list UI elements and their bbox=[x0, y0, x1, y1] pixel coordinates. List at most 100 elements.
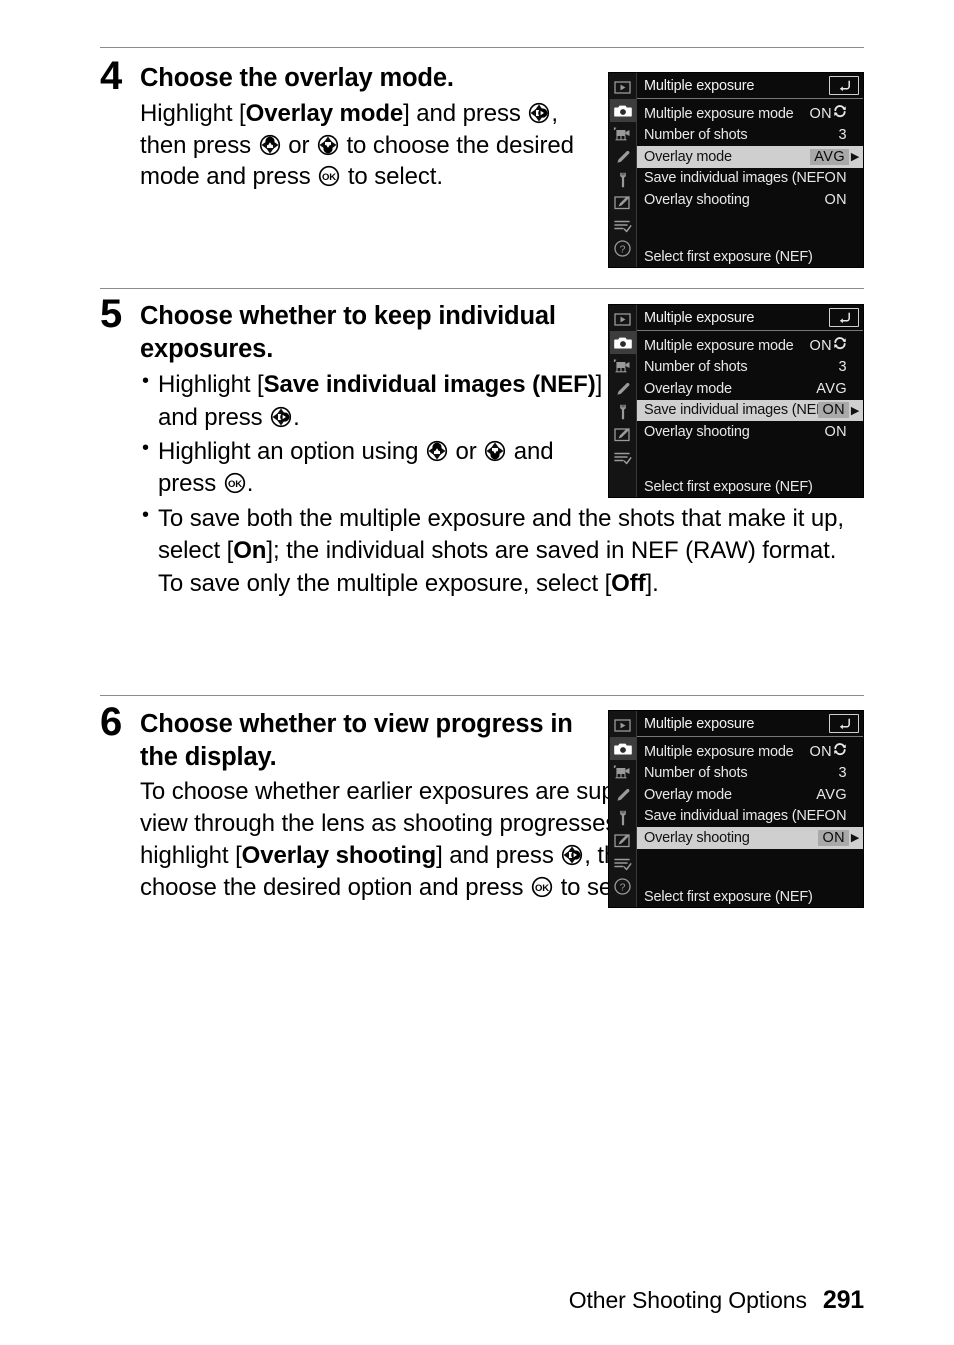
menu-item-value: AVG bbox=[816, 786, 847, 803]
menu-item[interactable]: Overlay shootingON▶ bbox=[637, 189, 863, 211]
cycle-icon bbox=[833, 337, 847, 354]
menu-item[interactable]: Overlay mode AVG▶ bbox=[637, 146, 863, 168]
multi-selector-right-icon bbox=[528, 102, 550, 124]
menu-main: Multiple exposure Multiple exposure mode O… bbox=[637, 73, 863, 267]
menu-item[interactable]: Save individual images (NEF)ON▶ bbox=[637, 399, 863, 421]
menu-item-value: AVG bbox=[816, 380, 847, 397]
step-number: 6 bbox=[100, 700, 122, 744]
menu-item[interactable]: Number of shots3▶ bbox=[637, 763, 863, 785]
chevron-right-icon: ▶ bbox=[850, 151, 860, 164]
movie-shooting-menu-icon[interactable] bbox=[610, 354, 636, 377]
return-arrow-icon[interactable] bbox=[829, 76, 859, 95]
menu-item[interactable]: Multiple exposure modeON▶ bbox=[637, 103, 863, 125]
playback-icon[interactable] bbox=[610, 714, 636, 737]
photo-shooting-menu-icon[interactable] bbox=[609, 99, 636, 122]
movie-shooting-menu-icon[interactable] bbox=[610, 760, 636, 783]
menu-footer-item[interactable]: Select first exposure (NEF) bbox=[637, 249, 863, 267]
playback-icon[interactable] bbox=[610, 76, 636, 99]
setup-menu-icon[interactable] bbox=[610, 400, 636, 423]
menu-item[interactable]: Overlay modeAVG▶ bbox=[637, 784, 863, 806]
chevron-right-icon: ▶ bbox=[850, 404, 860, 417]
menu-item[interactable]: Number of shots3▶ bbox=[637, 357, 863, 379]
menu-item-label: Save individual images (NEF) bbox=[644, 170, 825, 187]
multi-selector-right-icon bbox=[561, 844, 583, 866]
menu-spacer bbox=[637, 875, 863, 889]
menu-item-label: Multiple exposure mode bbox=[644, 105, 794, 122]
menu-title-bar: Multiple exposure bbox=[637, 73, 863, 99]
menu-item-label: Multiple exposure mode bbox=[644, 337, 794, 354]
menu-item-label: Overlay shooting bbox=[644, 191, 750, 208]
ok-button-icon: OK bbox=[318, 165, 340, 187]
menu-item-list: Multiple exposure mode ON ▶ Number of shots… bbox=[637, 99, 863, 235]
menu-item-value: ON bbox=[809, 337, 849, 354]
camera-menu-screenshot-step-4: ? Multiple exposure Multiple exposure mode… bbox=[608, 72, 864, 268]
menu-item-value: ON bbox=[818, 402, 849, 419]
menu-item[interactable]: Save individual images (NEF)ON▶ bbox=[637, 168, 863, 190]
menu-item-value: ON bbox=[809, 105, 849, 122]
menu-item-label: Number of shots bbox=[644, 127, 748, 144]
retouch-menu-icon[interactable] bbox=[610, 191, 636, 214]
menu-item-value: 3 bbox=[838, 127, 847, 144]
setup-menu-icon[interactable] bbox=[610, 806, 636, 829]
manual-page: 4 Choose the overlay mode. Highlight [Ov… bbox=[0, 0, 954, 1345]
return-arrow-icon[interactable] bbox=[829, 714, 859, 733]
menu-item-list: Multiple exposure modeON▶Number of shots… bbox=[637, 331, 863, 465]
menu-sidebar: ? bbox=[609, 73, 637, 267]
menu-item-label: Number of shots bbox=[644, 765, 748, 782]
menu-footer-item[interactable]: Select first exposure (NEF) bbox=[637, 479, 863, 497]
menu-item-value: ON bbox=[824, 808, 847, 825]
menu-footer-item[interactable]: Select first exposure (NEF) bbox=[637, 889, 863, 907]
menu-item-value: ON bbox=[824, 191, 847, 208]
camera-menu-screenshot-step-5: Multiple exposure Multiple exposure mode O… bbox=[608, 304, 864, 498]
custom-settings-icon[interactable] bbox=[610, 145, 636, 168]
menu-item[interactable]: Save individual images (NEF)ON▶ bbox=[637, 806, 863, 828]
help-icon[interactable]: ? bbox=[610, 237, 636, 260]
menu-main: Multiple exposure Multiple exposure mode O… bbox=[637, 305, 863, 497]
menu-item-value: AVG bbox=[810, 148, 849, 165]
my-menu-icon[interactable] bbox=[610, 852, 636, 875]
movie-shooting-menu-icon[interactable] bbox=[610, 122, 636, 145]
menu-item[interactable]: Number of shots3▶ bbox=[637, 125, 863, 147]
footer-chapter-title: Other Shooting Options bbox=[568, 1287, 807, 1313]
step-bullet: Highlight [Save individual images (NEF)]… bbox=[140, 368, 610, 434]
multi-selector-down-icon bbox=[317, 134, 339, 156]
menu-item[interactable]: Overlay shootingON▶ bbox=[637, 827, 863, 849]
photo-shooting-menu-icon[interactable] bbox=[609, 331, 636, 354]
menu-item[interactable]: Multiple exposure modeON▶ bbox=[637, 741, 863, 763]
setup-menu-icon[interactable] bbox=[610, 168, 636, 191]
menu-item-label: Overlay mode bbox=[644, 380, 732, 397]
menu-item[interactable]: Overlay modeAVG▶ bbox=[637, 378, 863, 400]
menu-item-value: ON bbox=[818, 829, 849, 846]
help-icon[interactable]: ? bbox=[610, 875, 636, 898]
step-title: Choose whether to view progress in the d… bbox=[140, 710, 573, 771]
my-menu-icon[interactable] bbox=[610, 214, 636, 237]
menu-title-bar: Multiple exposure bbox=[637, 305, 863, 331]
section-divider bbox=[100, 47, 864, 48]
multi-selector-up-icon bbox=[259, 134, 281, 156]
menu-item-value: 3 bbox=[838, 765, 847, 782]
section-divider bbox=[100, 695, 864, 696]
menu-title: Multiple exposure bbox=[644, 715, 755, 732]
page-footer: Other Shooting Options 291 bbox=[569, 1286, 864, 1315]
menu-item[interactable]: Overlay shootingON▶ bbox=[637, 421, 863, 443]
menu-spacer bbox=[637, 235, 863, 249]
my-menu-icon[interactable] bbox=[610, 446, 636, 469]
menu-item-label: Overlay mode bbox=[644, 786, 732, 803]
menu-item[interactable]: Multiple exposure modeON▶ bbox=[637, 335, 863, 357]
playback-icon[interactable] bbox=[610, 308, 636, 331]
menu-item-value: ON bbox=[809, 743, 849, 760]
menu-item-value: ON bbox=[824, 423, 847, 440]
custom-settings-icon[interactable] bbox=[610, 783, 636, 806]
menu-item-label: Save individual images (NEF) bbox=[644, 808, 825, 825]
step-bullet: To save both the multiple exposure and t… bbox=[140, 502, 864, 600]
retouch-menu-icon[interactable] bbox=[610, 423, 636, 446]
menu-item-label: Overlay mode bbox=[644, 148, 732, 165]
menu-item-list: Multiple exposure modeON▶ Number of shots… bbox=[637, 737, 863, 875]
multi-selector-down-icon bbox=[484, 440, 506, 462]
footer-page-number: 291 bbox=[822, 1286, 864, 1314]
retouch-menu-icon[interactable] bbox=[610, 829, 636, 852]
custom-settings-icon[interactable] bbox=[610, 377, 636, 400]
menu-title-bar: Multiple exposure bbox=[637, 711, 863, 737]
photo-shooting-menu-icon[interactable] bbox=[609, 737, 636, 760]
return-arrow-icon[interactable] bbox=[829, 308, 859, 327]
